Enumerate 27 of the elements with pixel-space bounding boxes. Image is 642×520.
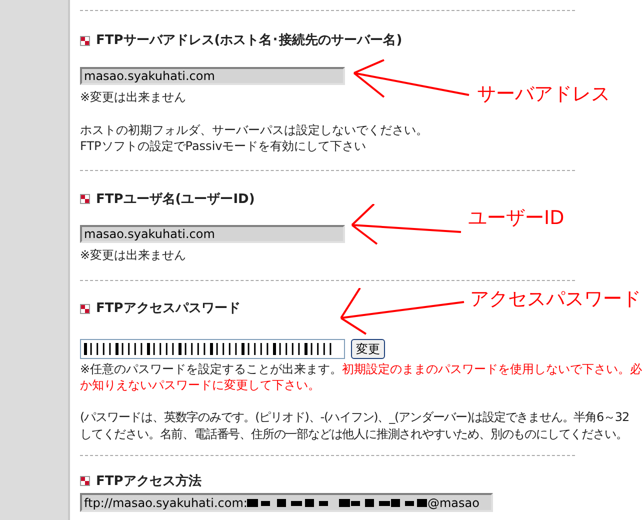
url-field[interactable]: ftp://masao.syakuhati.com: @masao xyxy=(80,493,493,512)
section-heading: FTPサーバアドレス(ホスト名･接続先のサーバー名) xyxy=(96,32,402,50)
note-text: ※変更は出来ません xyxy=(80,88,186,106)
warning-text: か知りえないパスワードに変更して下さい。 xyxy=(80,376,320,392)
url-text: ftp://masao.syakuhati.com: xyxy=(84,494,248,512)
note-text: ※変更は出来ません xyxy=(80,247,186,264)
checker-bullet-icon xyxy=(80,194,90,204)
instruction-text: FTPソフトの設定でPassivモードを有効にして下さい xyxy=(80,138,366,154)
instruction-text: ホストの初期フォルダ、サーバーパスは設定しないでください。 xyxy=(80,122,428,138)
checker-bullet-icon xyxy=(80,36,90,46)
checker-bullet-icon xyxy=(80,476,90,486)
instruction-text: してください。名前、電話番号、住所の一部などは他人に推測されやすいため、別のものにしてください。 xyxy=(80,426,628,442)
warning-text: 初期設定のままのパスワードを使用しないで下さい。必 xyxy=(342,360,642,376)
checker-bullet-icon xyxy=(80,304,90,314)
section-heading: FTPアクセスパスワード xyxy=(96,300,240,318)
readonly-field[interactable]: masao.syakuhati.com xyxy=(80,66,345,84)
section-heading: FTPアクセス方法 xyxy=(96,472,202,490)
readonly-field[interactable]: masao.syakuhati.com xyxy=(80,225,345,243)
annotation-label: ユーザーID xyxy=(468,206,564,231)
note-text: ※任意のパスワードを設定することが出来ます。 xyxy=(80,360,342,376)
instruction-text: (パスワードは、英数字のみです。(ピリオド)、-(ハイフン)、_(アンダーバー)は設定できません。半角6～32 xyxy=(80,408,630,426)
annotation-label: サーバアドレス xyxy=(477,82,610,107)
annotation-label: アクセスパスワード xyxy=(470,287,641,312)
section-heading: FTPユーザ名(ユーザーID) xyxy=(96,190,255,208)
url-text: @masao xyxy=(427,494,480,512)
password-field[interactable] xyxy=(80,338,345,358)
change-button[interactable]: 変更 xyxy=(351,338,385,358)
